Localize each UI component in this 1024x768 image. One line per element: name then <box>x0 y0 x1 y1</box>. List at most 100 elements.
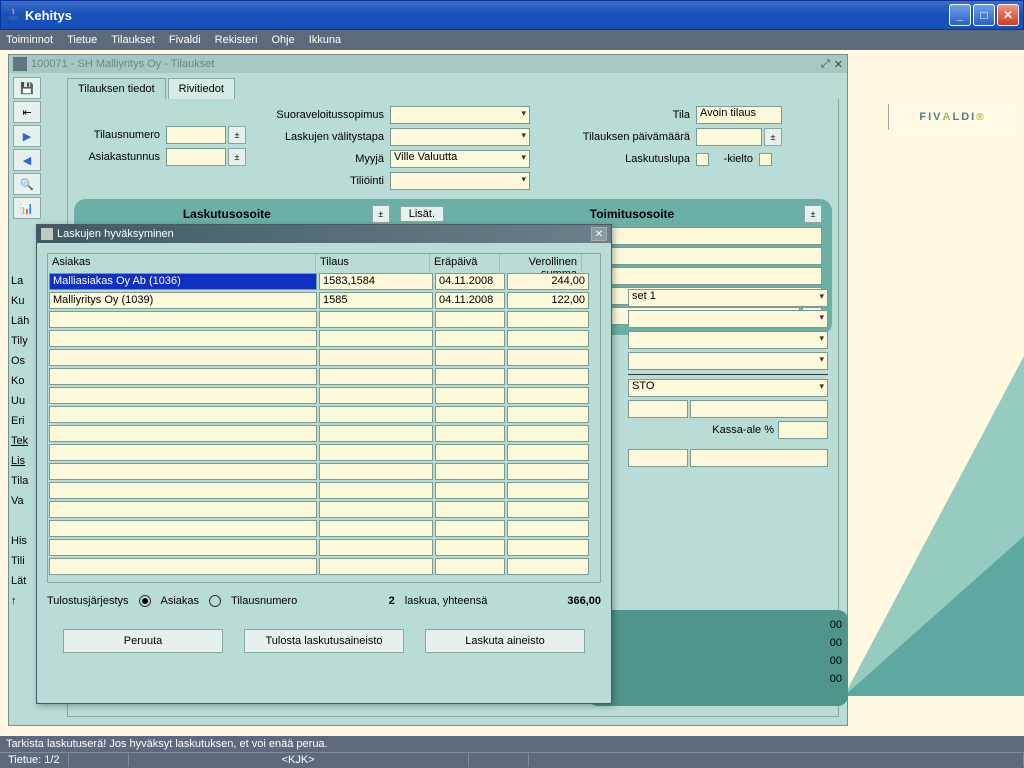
extra-b[interactable] <box>690 449 828 467</box>
sto-field-a[interactable] <box>628 400 688 418</box>
table-body[interactable]: Malliasiakas Oy Ab (1036)1583,158404.11.… <box>48 272 600 584</box>
sto-field-b[interactable] <box>690 400 828 418</box>
cell-summa <box>507 558 589 575</box>
invoice-count: 2 <box>389 595 395 607</box>
combo-r4[interactable] <box>628 352 828 370</box>
status-user: <KJK> <box>129 753 469 767</box>
combo-set1[interactable]: set 1 <box>628 289 828 307</box>
table-row[interactable]: Malliasiakas Oy Ab (1036)1583,158404.11.… <box>48 272 600 291</box>
col-tilaus[interactable]: Tilaus <box>316 254 430 272</box>
table-row[interactable] <box>48 519 600 538</box>
radio-tilausnumero[interactable] <box>209 595 221 607</box>
menu-fivaldi[interactable]: Fivaldi <box>169 34 201 46</box>
next-button[interactable]: ▶ <box>13 125 41 147</box>
table-row[interactable] <box>48 443 600 462</box>
menu-tilaukset[interactable]: Tilaukset <box>111 34 155 46</box>
tulosta-button[interactable]: Tulosta laskutusaineisto <box>244 629 404 653</box>
cell-tilaus: 1585 <box>319 292 433 309</box>
mdi-close-button[interactable]: ✕ <box>834 58 843 71</box>
table-header: Asiakas Tilaus Eräpäivä Verollinen summa <box>48 254 600 272</box>
tab-tilauksen-tiedot[interactable]: Tilauksen tiedot <box>67 78 166 100</box>
table-row[interactable]: Malliyritys Oy (1039)158504.11.2008122,0… <box>48 291 600 310</box>
tiliointi-combo[interactable] <box>390 172 530 190</box>
radio-asiakas[interactable] <box>139 595 151 607</box>
tilausnumero-input[interactable] <box>166 126 226 144</box>
valitystapa-combo[interactable] <box>390 128 530 146</box>
table-row[interactable] <box>48 329 600 348</box>
peruuta-button[interactable]: Peruuta <box>63 629 223 653</box>
laskuta-button[interactable]: Laskuta aineisto <box>425 629 585 653</box>
table-row[interactable] <box>48 405 600 424</box>
label-tilausnumero: Tilausnumero <box>74 129 166 141</box>
table-row[interactable] <box>48 500 600 519</box>
cell-asiakas <box>49 463 317 480</box>
table-row[interactable] <box>48 462 600 481</box>
dialog-title: Laskujen hyväksyminen <box>57 228 591 240</box>
tabs: Tilauksen tiedot Rivitiedot <box>67 77 237 99</box>
table-row[interactable] <box>48 310 600 329</box>
pvm-dropdown[interactable]: ± <box>764 128 782 146</box>
mdi-restore-button[interactable]: ⤢ <box>821 58 830 71</box>
table-row[interactable] <box>48 538 600 557</box>
table-row[interactable] <box>48 481 600 500</box>
menu-ikkuna[interactable]: Ikkuna <box>309 34 341 46</box>
laskutusosoite-dropdown[interactable]: ± <box>372 205 390 223</box>
menu-ohje[interactable]: Ohje <box>271 34 294 46</box>
exit-button[interactable]: ⇤ <box>13 101 41 123</box>
cell-asiakas <box>49 482 317 499</box>
myyja-combo[interactable]: Ville Valuutta <box>390 150 530 168</box>
tilausnumero-dropdown[interactable]: ± <box>228 126 246 144</box>
search-button[interactable]: 🔍 <box>13 173 41 195</box>
kielto-checkbox[interactable] <box>759 153 772 166</box>
cell-erapaiva <box>435 406 505 423</box>
suoraveloitus-combo[interactable] <box>390 106 530 124</box>
tab-rivitiedot[interactable]: Rivitiedot <box>168 78 235 99</box>
dialog-close-button[interactable]: ✕ <box>591 227 607 241</box>
combo-sto[interactable]: STO <box>628 379 828 397</box>
pvm-input[interactable] <box>696 128 762 146</box>
cell-asiakas <box>49 349 317 366</box>
minimize-button[interactable]: _ <box>949 4 971 26</box>
col-asiakas[interactable]: Asiakas <box>48 254 316 272</box>
maximize-button[interactable]: □ <box>973 4 995 26</box>
cell-erapaiva: 04.11.2008 <box>435 292 505 309</box>
laskutuslupa-checkbox[interactable] <box>696 153 709 166</box>
table-row[interactable] <box>48 424 600 443</box>
cell-erapaiva <box>435 482 505 499</box>
menu-toiminnot[interactable]: Toiminnot <box>6 34 53 46</box>
cell-summa <box>507 368 589 385</box>
toimitusosoite-dropdown[interactable]: ± <box>804 205 822 223</box>
cell-summa <box>507 482 589 499</box>
asiakastunnus-input[interactable] <box>166 148 226 166</box>
table-row[interactable] <box>48 386 600 405</box>
invoice-total: 366,00 <box>567 595 601 607</box>
combo-r2[interactable] <box>628 310 828 328</box>
table-row[interactable] <box>48 348 600 367</box>
tila-input[interactable]: Avoin tilaus <box>696 106 782 124</box>
dialog-titlebar: Laskujen hyväksyminen ✕ <box>37 225 611 243</box>
status-spacer <box>529 753 1024 767</box>
kassa-ale-input[interactable] <box>778 421 828 439</box>
cell-summa <box>507 311 589 328</box>
extra-a[interactable] <box>628 449 688 467</box>
summary-line2: 00 <box>594 634 842 652</box>
combo-r3[interactable] <box>628 331 828 349</box>
cell-erapaiva <box>435 349 505 366</box>
chart-button[interactable]: 📊 <box>13 197 41 219</box>
save-button[interactable]: 💾 <box>13 77 41 99</box>
table-row[interactable] <box>48 367 600 386</box>
col-summa[interactable]: Verollinen summa <box>500 254 582 272</box>
label-laskutuslupa: Laskutuslupa <box>548 153 696 165</box>
prev-button[interactable]: ◀ <box>13 149 41 171</box>
label-tulostusjarjestys: Tulostusjärjestys <box>47 595 129 607</box>
col-erapaiva[interactable]: Eräpäivä <box>430 254 500 272</box>
menu-rekisteri[interactable]: Rekisteri <box>215 34 258 46</box>
table-row[interactable] <box>48 557 600 576</box>
brand-logo: FIVALDI® <box>888 104 1016 130</box>
close-button[interactable]: ✕ <box>997 4 1019 26</box>
cell-summa <box>507 425 589 442</box>
lisat-button[interactable]: Lisät. <box>400 206 444 222</box>
asiakastunnus-dropdown[interactable]: ± <box>228 148 246 166</box>
menu-tietue[interactable]: Tietue <box>67 34 97 46</box>
label-suoraveloitus: Suoraveloitussopimus <box>260 109 390 121</box>
